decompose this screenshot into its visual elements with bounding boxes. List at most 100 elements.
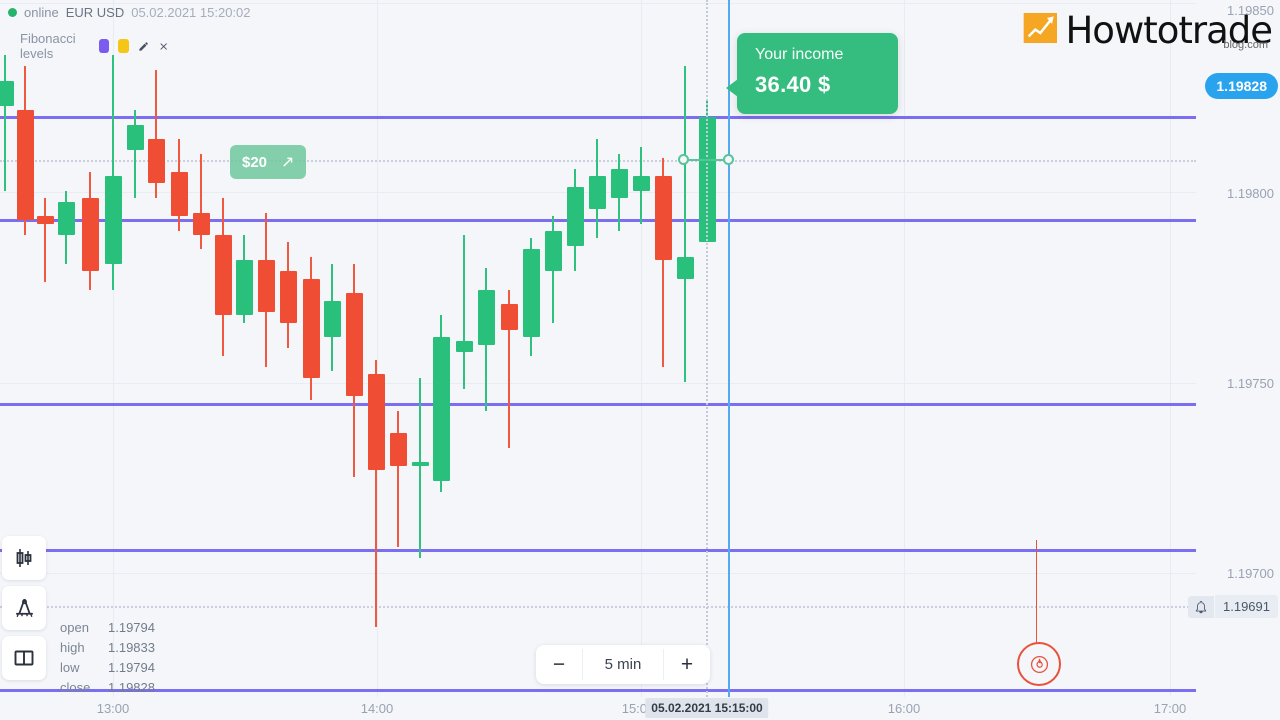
expiry-marker[interactable] [1017, 642, 1061, 686]
candle-body [367, 374, 385, 470]
income-value: 36.40 $ [755, 72, 831, 97]
candle-body [323, 300, 341, 338]
time-axis[interactable]: 13:00 14:00 15:00 16:00 17:00 05.02.2021… [0, 697, 1280, 720]
vertical-gridline [641, 0, 642, 697]
ohlc-value: 1.19828 [108, 680, 155, 695]
close-icon[interactable] [158, 39, 169, 54]
ohlc-value: 1.19794 [108, 660, 155, 675]
symbol-label: EUR USD [65, 5, 125, 20]
candle-body [566, 187, 584, 246]
candle-body [192, 212, 210, 235]
indicator-color-swatch-purple[interactable] [98, 39, 110, 53]
candlestick [676, 66, 694, 382]
candle-body [522, 249, 540, 338]
timeframe-value: 5 min [582, 649, 664, 680]
candle-wick [419, 377, 421, 558]
candlestick [610, 154, 628, 232]
layout-split-button[interactable] [2, 636, 46, 680]
pencil-icon[interactable] [138, 39, 149, 54]
candlestick [36, 198, 54, 283]
chart-plot-area[interactable]: $20 ↗ Your income 36.40 $ [0, 0, 1196, 697]
chart-tools-panel [2, 536, 46, 680]
candlestick [214, 198, 232, 356]
alert-price-value: 1.19691 [1215, 595, 1278, 618]
price-tick-label: 1.19800 [1227, 186, 1274, 201]
trade-entry-handle-right[interactable] [723, 154, 734, 165]
ohlc-row: open 1.19794 [60, 618, 155, 638]
candle-body [411, 462, 429, 466]
fibonacci-level-line[interactable] [0, 688, 1196, 692]
candlestick [81, 172, 99, 290]
ohlc-row: high 1.19833 [60, 638, 155, 658]
fibonacci-level-line[interactable] [0, 116, 1196, 120]
candlestick [104, 55, 122, 290]
drawing-tools-button[interactable] [2, 586, 46, 630]
price-axis[interactable]: 1.19850 1.19800 1.19750 1.19700 1.19828 … [1188, 0, 1280, 697]
timeframe-increase-button[interactable]: + [664, 654, 710, 675]
candle-body [147, 139, 165, 184]
candle-wick [44, 198, 46, 283]
candle-body [16, 110, 34, 221]
candle-body [214, 234, 232, 316]
fibonacci-level-line[interactable] [0, 549, 1196, 553]
horizontal-gridline [0, 573, 1196, 574]
drawing-compass-icon [15, 598, 33, 617]
candle-body [676, 256, 694, 279]
position-amount-badge[interactable]: $20 ↗ [230, 145, 307, 179]
candlestick [192, 154, 210, 250]
timeframe-selector[interactable]: − 5 min + [536, 645, 710, 684]
candle-wick [200, 154, 202, 250]
timeframe-decrease-button[interactable]: − [536, 654, 582, 675]
time-tick-label: 17:00 [1153, 701, 1187, 716]
split-layout-icon [14, 650, 34, 666]
ohlc-value: 1.19833 [108, 640, 155, 655]
vertical-gridline [904, 0, 905, 697]
candle-body [632, 176, 650, 191]
candle-body [455, 341, 473, 353]
ohlc-value: 1.19794 [108, 620, 155, 635]
candlestick-chart-type-button[interactable] [2, 536, 46, 580]
candlestick [257, 212, 275, 367]
candlestick [170, 139, 188, 232]
time-tick-label: 16:00 [887, 701, 921, 716]
indicator-label: Fibonacci levels [20, 31, 76, 61]
income-tooltip: Your income 36.40 $ [726, 33, 898, 114]
candle-body [279, 271, 297, 323]
candlestick [455, 234, 473, 389]
candle-body [257, 260, 275, 312]
candlestick [126, 110, 144, 199]
candlestick-chart-icon [16, 549, 32, 567]
candlestick [302, 256, 320, 400]
trade-entry-handle-left[interactable] [678, 154, 689, 165]
candlestick [389, 410, 407, 547]
candlestick [279, 242, 297, 349]
ohlc-row: close 1.19828 [60, 678, 155, 698]
flame-icon [1030, 655, 1048, 673]
candlestick [500, 289, 518, 448]
indicator-color-swatch-yellow[interactable] [118, 39, 129, 53]
ohlc-key: close [60, 680, 91, 695]
candle-body [170, 172, 188, 217]
candle-wick [397, 410, 399, 547]
tooltip-pointer [726, 79, 738, 97]
candle-wick [134, 110, 136, 199]
chart-growth-logo-icon [1024, 13, 1058, 43]
fibonacci-level-line[interactable] [0, 402, 1196, 406]
candle-body [81, 198, 99, 272]
current-price-badge: 1.19828 [1205, 73, 1278, 99]
ohlc-key: high [60, 640, 85, 655]
candlestick [147, 69, 165, 199]
candlestick [654, 157, 672, 367]
candle-body [544, 231, 562, 272]
online-status-label: online [24, 5, 59, 20]
time-tick-label: 13:00 [96, 701, 130, 716]
horizontal-gridline [0, 3, 1196, 4]
candlestick [632, 146, 650, 224]
candlestick [544, 216, 562, 323]
candlestick [522, 238, 540, 356]
candlestick [477, 267, 495, 411]
income-label: Your income [755, 46, 844, 63]
candle-body [57, 201, 75, 235]
price-alert-badge[interactable]: 1.19691 [1188, 595, 1278, 618]
price-tick-label: 1.19750 [1227, 376, 1274, 391]
